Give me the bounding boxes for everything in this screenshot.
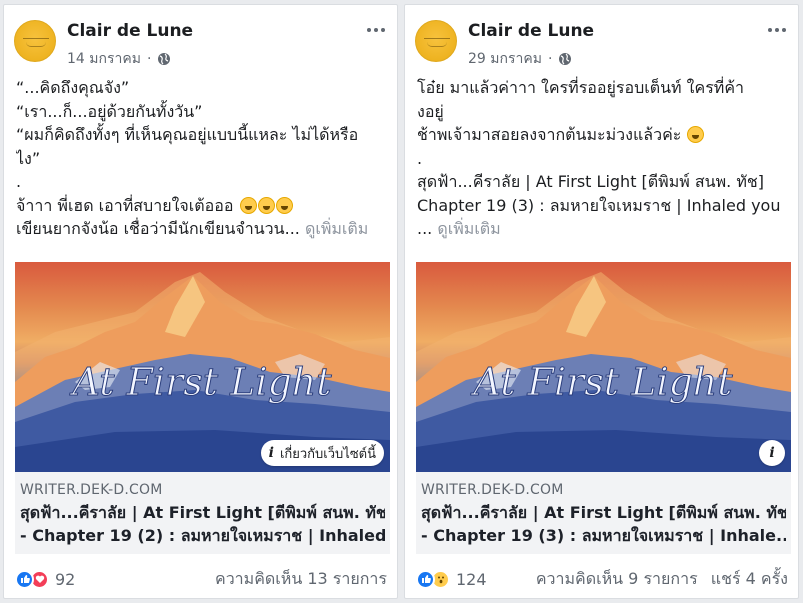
engagement-stats: ความคิดเห็น 9 รายการ แชร์ 4 ครั้ง [536,567,788,592]
link-image[interactable]: At First Light i เกี่ยวกับเว็บไซต์นี้ [15,262,390,472]
globe-icon [158,53,171,65]
info-icon: i [268,445,274,461]
comment-count[interactable]: ความคิดเห็น 9 รายการ [536,569,698,588]
about-website-button[interactable]: i เกี่ยวกับเว็บไซต์นี้ [260,440,384,466]
tears-of-joy-emoji [257,196,275,214]
reactions[interactable]: 124 [416,569,487,589]
post-line: โอ๋ย มาแล้วค่าาา ใครที่รออยู่รอบเต็นท์ ใ… [417,78,745,97]
post-line: Chapter 19 (3) : ลมหายใจเหมราช | Inhaled… [417,195,781,215]
page-avatar[interactable] [14,20,56,62]
post-header: Clair de Lune 14 มกราคม · [14,17,387,67]
post-line: “...คิดถึงคุณจัง” [16,78,130,97]
page-name[interactable]: Clair de Lune [468,21,594,41]
post-line: ... ดูเพิ่มเติม [417,219,501,238]
post-footer: 124 ความคิดเห็น 9 รายการ แชร์ 4 ครั้ง [416,566,788,592]
see-more-link[interactable]: ดูเพิ่มเติม [437,219,500,238]
image-caption: At First Light [470,360,733,404]
post-line: จ้าาา พี่เฮด เอาที่สบายใจเต้อออ [16,194,387,218]
link-image[interactable]: At First Light i [416,262,791,472]
post-line: ไง” [16,148,41,168]
link-preview[interactable]: WRITER.DEK-D.COM สุดฟ้า...คีราลัย | At F… [416,472,791,554]
info-icon: i [769,445,775,461]
post-header: Clair de Lune 29 มกราคม · [415,17,788,67]
post-text: โอ๋ย มาแล้วค่าาา ใครที่รออยู่รอบเต็นท์ ใ… [417,76,788,241]
post-meta: 14 มกราคม · [67,48,171,70]
post-date[interactable]: 14 มกราคม [67,48,141,70]
reaction-count: 92 [55,569,76,589]
post-meta: 29 มกราคม · [468,48,572,70]
post-line: ช้าพเจ้ามาสอยลงจากต้นมะม่วงแล้วค่ะ [417,123,788,147]
tears-of-joy-emoji [687,126,705,143]
more-icon[interactable] [766,23,788,37]
post-line: เขียนยากจังน้อ เชื่อว่ามีนักเขียนจำนวน..… [16,219,369,238]
comment-count[interactable]: ความคิดเห็น 13 รายการ [215,567,387,592]
link-preview[interactable]: WRITER.DEK-D.COM สุดฟ้า...คีราลัย | At F… [15,472,390,554]
post-line: สุดฟ้า...คีราลัย | At First Light [ตีพิม… [417,172,764,191]
reactions[interactable]: 92 [15,569,76,589]
image-caption: At First Light [69,360,332,404]
post-footer: 92 ความคิดเห็น 13 รายการ [15,566,387,592]
tears-of-joy-emoji [239,196,257,214]
reaction-count: 124 [456,569,487,589]
post-line: “ผมก็คิดถึงทั้งๆ ที่เห็นคุณอยู่แบบนี้แหล… [16,125,359,144]
globe-icon [559,53,572,65]
tears-of-joy-emoji [275,196,293,214]
post-card-right: Clair de Lune 29 มกราคม · โอ๋ย มาแล้วค่า… [404,4,799,599]
link-title: สุดฟ้า...คีราลัย | At First Light [ตีพิม… [20,503,385,545]
post-line: งอยู่ [417,101,444,121]
post-line: . [417,148,423,168]
like-reaction-icon [416,569,435,589]
post-text: “...คิดถึงคุณจัง” “เรา...ก็...อยู่ด้วยกั… [16,76,387,241]
share-count[interactable]: แชร์ 4 ครั้ง [711,569,788,588]
page-avatar[interactable] [415,20,457,62]
info-button[interactable]: i [759,440,785,466]
mountain-image: At First Light [416,272,791,472]
link-domain: WRITER.DEK-D.COM [421,482,564,498]
see-more-link[interactable]: ดูเพิ่มเติม [305,219,368,238]
like-reaction-icon [15,569,34,589]
post-date[interactable]: 29 มกราคม [468,48,542,70]
more-icon[interactable] [365,23,387,37]
post-card-left: Clair de Lune 14 มกราคม · “...คิดถึงคุณจ… [3,4,398,599]
link-title: สุดฟ้า...คีราลัย | At First Light [ตีพิม… [421,503,786,545]
post-line: “เรา...ก็...อยู่ด้วยกันทั้งวัน” [16,101,203,121]
link-domain: WRITER.DEK-D.COM [20,482,163,498]
post-line: . [16,172,22,191]
page-name[interactable]: Clair de Lune [67,21,193,41]
